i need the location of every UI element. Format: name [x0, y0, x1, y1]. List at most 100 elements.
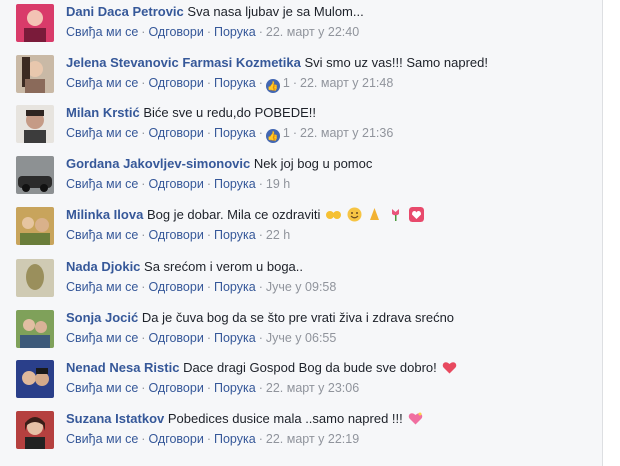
message-button[interactable]: Порука: [214, 432, 256, 446]
comment-text: Sa srećom i verom u boga..: [144, 259, 304, 274]
avatar[interactable]: [16, 105, 54, 143]
reply-button[interactable]: Одговори: [148, 280, 203, 294]
avatar[interactable]: [16, 4, 54, 42]
reply-button[interactable]: Одговори: [148, 331, 203, 345]
like-button[interactable]: Свиђа ми се: [66, 228, 138, 242]
message-button[interactable]: Порука: [214, 381, 256, 395]
page-margin: [603, 0, 620, 466]
reply-button[interactable]: Одговори: [148, 126, 203, 140]
reply-button[interactable]: Одговори: [148, 177, 203, 191]
emoji-row: [324, 207, 424, 222]
comment-item: Milan Krstić Biće sve u redu,do POBEDE!!…: [0, 101, 602, 151]
avatar[interactable]: [16, 310, 54, 348]
comment-actions: Свиђа ми се · Одговори · Порука · 👍 1 · 22. март …: [66, 76, 394, 93]
comment-actions: Свиђа ми се · Одговори · Порука · Јуче у 06:55: [66, 331, 337, 345]
avatar[interactable]: [16, 411, 54, 449]
message-button[interactable]: Порука: [214, 331, 256, 345]
tulip-icon: [391, 209, 399, 221]
comment-timestamp[interactable]: 22. март у 22:19: [266, 432, 359, 446]
comment-actions: Свиђа ми се · Одговори · Порука · 22. март у 2…: [66, 381, 360, 395]
comment-author[interactable]: Milan Krstić: [66, 105, 140, 120]
comment-item: Nada Djokic Sa srećom i verom u boga.. С…: [0, 255, 602, 305]
comment-text: Dace dragi Gospod Bog da bude sve dobro!: [183, 360, 437, 375]
comment-body: Milinka Ilova Bog je dobar. Mila ce ozdr…: [66, 207, 424, 222]
comment-actions: Свиђа ми се · Одговори · Порука · 22. март у 2…: [66, 25, 360, 39]
comment-timestamp[interactable]: Јуче у 09:58: [266, 280, 336, 294]
comment-text: Da je čuva bog da se što pre vrati živa …: [141, 310, 455, 325]
comment-body: Nada Djokic Sa srećom i verom u boga..: [66, 259, 303, 274]
like-count-value: 1: [282, 76, 290, 90]
message-button[interactable]: Порука: [214, 177, 256, 191]
like-count[interactable]: 👍 1: [265, 76, 290, 93]
message-button[interactable]: Порука: [214, 76, 256, 90]
comment-text: Bog je dobar. Mila ce ozdraviti: [146, 207, 321, 222]
reply-button[interactable]: Одговори: [148, 228, 203, 242]
comment-body: Milan Krstić Biće sve u redu,do POBEDE!!: [66, 105, 316, 120]
comment-body: Jelena Stevanovic Farmasi Kozmetika Svi …: [66, 55, 488, 70]
like-button[interactable]: Свиђа ми се: [66, 432, 138, 446]
comment-body: Sonja Jocić Da je čuva bog da se što pre…: [66, 310, 454, 325]
red-heart-icon: [443, 362, 457, 374]
message-button[interactable]: Порука: [214, 228, 256, 242]
reply-button[interactable]: Одговори: [148, 432, 203, 446]
reply-button[interactable]: Одговори: [148, 76, 203, 90]
comment-timestamp[interactable]: 22. март у 21:48: [300, 76, 393, 90]
like-button[interactable]: Свиђа ми се: [66, 76, 138, 90]
comment-author[interactable]: Jelena Stevanovic Farmasi Kozmetika: [66, 55, 301, 70]
message-button[interactable]: Порука: [214, 25, 256, 39]
raising-hands-icon: [326, 211, 341, 219]
praying-hands-icon: [370, 208, 380, 220]
comment-text: Biće sve u redu,do POBEDE!!: [143, 105, 317, 120]
comment-timestamp[interactable]: 22. март у 22:40: [266, 25, 359, 39]
avatar[interactable]: [16, 259, 54, 297]
comment-body: Dani Daca Petrovic Sva nasa ljubav je sa…: [66, 4, 364, 19]
comment-body: Nenad Nesa Ristic Dace dragi Gospod Bog …: [66, 360, 457, 375]
comment-item: Nenad Nesa Ristic Dace dragi Gospod Bog …: [0, 356, 602, 406]
comment-timestamp[interactable]: 19 h: [266, 177, 290, 191]
like-button[interactable]: Свиђа ми се: [66, 177, 138, 191]
comment-item: Gordana Jakovljev-simonovic Nek joj bog …: [0, 152, 602, 202]
message-button[interactable]: Порука: [214, 280, 256, 294]
like-button[interactable]: Свиђа ми се: [66, 25, 138, 39]
comment-item: Suzana Istatkov Pobedices dusice mala ..…: [0, 407, 602, 457]
like-button[interactable]: Свиђа ми се: [66, 280, 138, 294]
like-count-value: 1: [282, 126, 290, 140]
thumbs-up-icon: 👍: [265, 129, 280, 143]
comment-actions: Свиђа ми се · Одговори · Порука · 22. март у 2…: [66, 432, 360, 446]
comment-timestamp[interactable]: 22. март у 21:36: [300, 126, 393, 140]
comment-author[interactable]: Dani Daca Petrovic: [66, 4, 184, 19]
comment-author[interactable]: Milinka Ilova: [66, 207, 143, 222]
comment-timestamp[interactable]: 22 h: [266, 228, 290, 242]
comments-panel: Dani Daca Petrovic Sva nasa ljubav je sa…: [0, 0, 603, 466]
comment-text: Svi smo uz vas!!! Samo napred!: [304, 55, 488, 70]
avatar[interactable]: [16, 55, 54, 93]
message-button[interactable]: Порука: [214, 126, 256, 140]
avatar[interactable]: [16, 207, 54, 245]
comment-author[interactable]: Sonja Jocić: [66, 310, 138, 325]
avatar[interactable]: [16, 156, 54, 194]
comment-body: Suzana Istatkov Pobedices dusice mala ..…: [66, 411, 423, 426]
thumbs-up-icon: 👍: [265, 79, 280, 93]
heart-box-icon: [408, 207, 424, 222]
comment-body: Gordana Jakovljev-simonovic Nek joj bog …: [66, 156, 372, 171]
comment-timestamp[interactable]: 22. март у 23:06: [266, 381, 359, 395]
like-count[interactable]: 👍 1: [265, 126, 290, 143]
comment-author[interactable]: Gordana Jakovljev-simonovic: [66, 156, 250, 171]
comment-actions: Свиђа ми се · Одговори · Порука · 👍 1 · 22. март …: [66, 126, 394, 143]
comment-actions: Свиђа ми се · Одговори · Порука · Јуче у 09:58: [66, 280, 337, 294]
comment-text: Pobedices dusice mala ..samo napred !!!: [167, 411, 403, 426]
comment-author[interactable]: Nenad Nesa Ristic: [66, 360, 179, 375]
reply-button[interactable]: Одговори: [148, 25, 203, 39]
like-button[interactable]: Свиђа ми се: [66, 331, 138, 345]
comment-text: Nek joj bog u pomoc: [253, 156, 373, 171]
like-button[interactable]: Свиђа ми се: [66, 126, 138, 140]
comment-item: Sonja Jocić Da je čuva bog da se što pre…: [0, 306, 602, 356]
comment-item: Milinka Ilova Bog je dobar. Mila ce ozdr…: [0, 203, 602, 253]
comment-author[interactable]: Suzana Istatkov: [66, 411, 164, 426]
sparkling-heart-icon: [409, 412, 423, 425]
comment-author[interactable]: Nada Djokic: [66, 259, 140, 274]
reply-button[interactable]: Одговори: [148, 381, 203, 395]
avatar[interactable]: [16, 360, 54, 398]
comment-timestamp[interactable]: Јуче у 06:55: [266, 331, 336, 345]
like-button[interactable]: Свиђа ми се: [66, 381, 138, 395]
